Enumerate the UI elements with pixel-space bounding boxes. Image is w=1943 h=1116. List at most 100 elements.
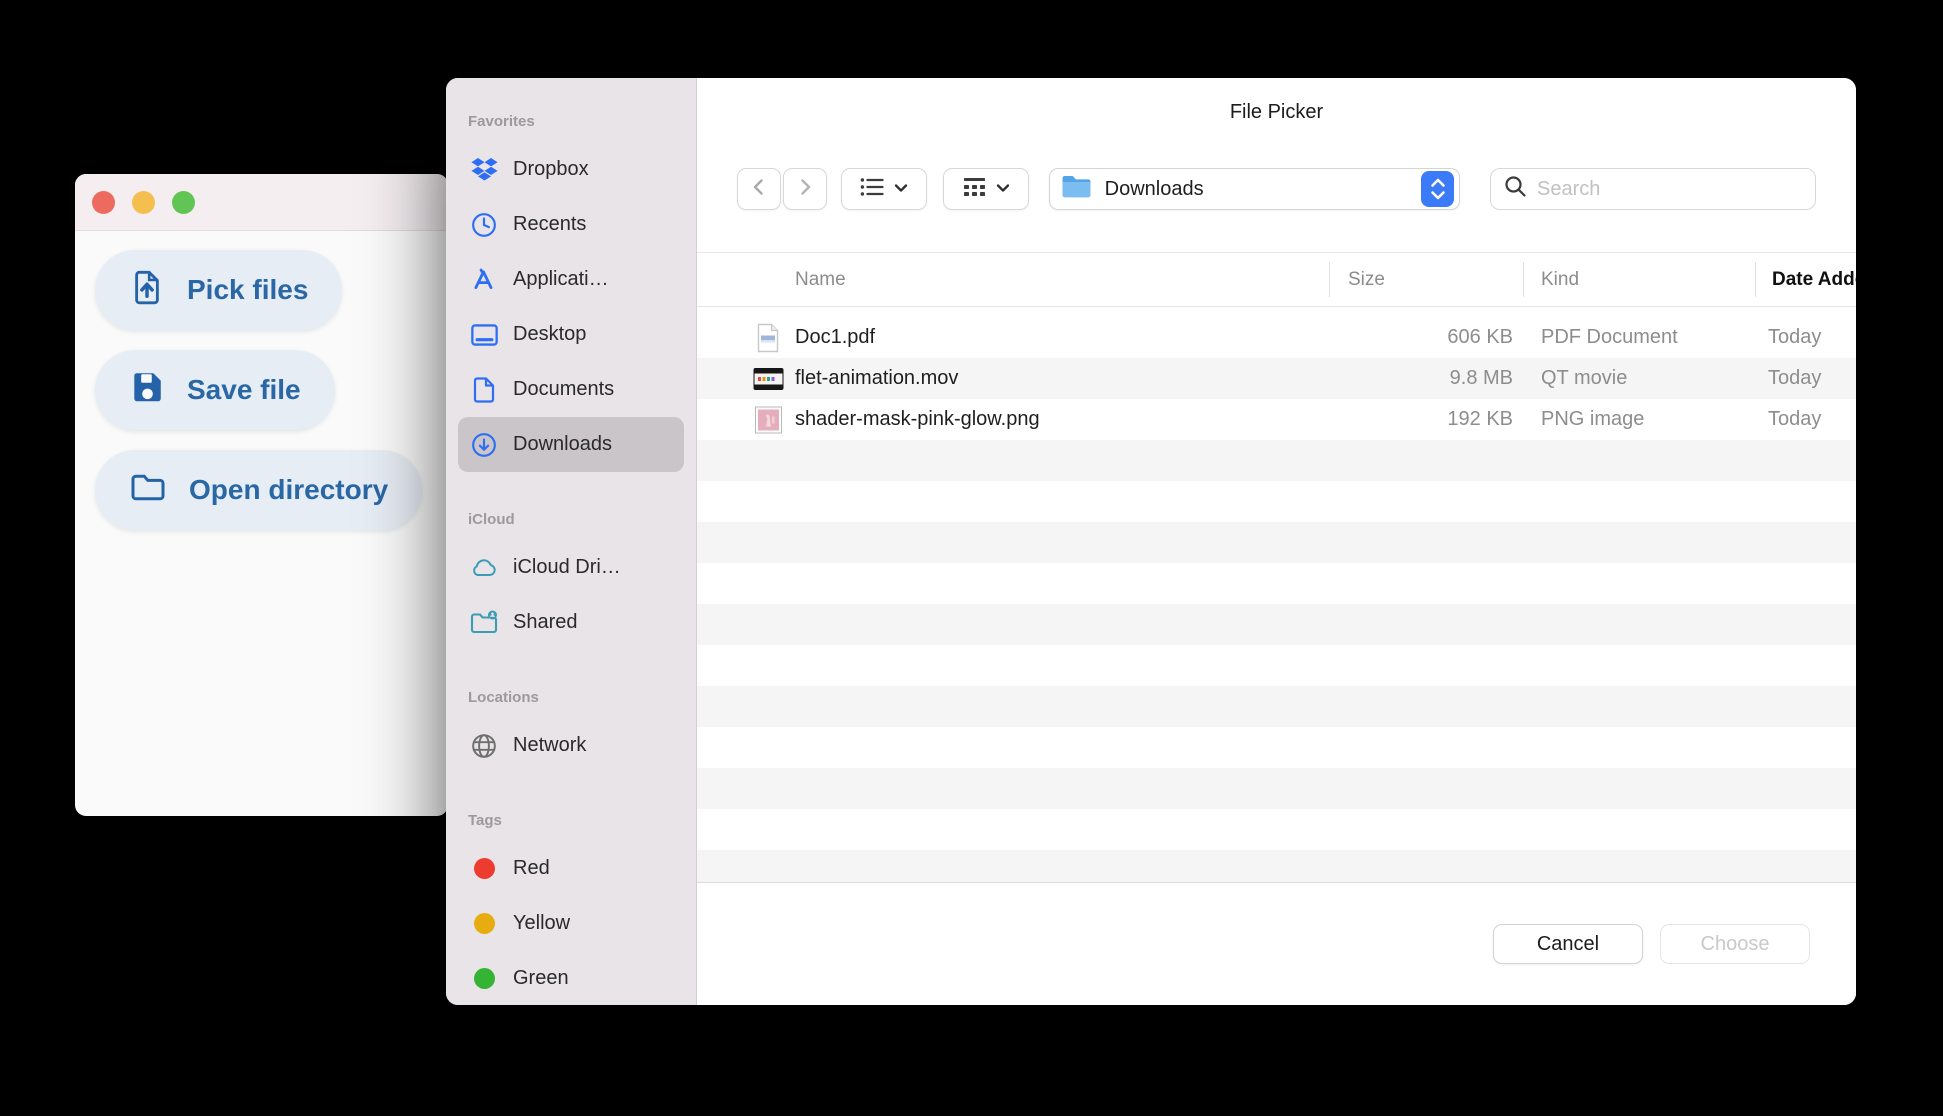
file-name: flet-animation.mov <box>795 367 959 389</box>
chevron-down-icon <box>996 180 1010 198</box>
folder-stepper-icon <box>1421 171 1455 207</box>
dialog-title: File Picker <box>1229 101 1324 123</box>
sidebar: Favorites Dropbox Recents Applicati… Des… <box>446 78 697 1005</box>
sidebar-item-label: Yellow <box>513 912 571 934</box>
file-name: Doc1.pdf <box>795 326 876 348</box>
sidebar-item-icloud-drive[interactable]: iCloud Dri… <box>458 540 684 595</box>
sidebar-item-tag-yellow[interactable]: Yellow <box>458 896 684 951</box>
table-row[interactable]: Doc1.pdf 606 KB PDF Document Today <box>697 317 1856 358</box>
toolbar: Downloads <box>697 168 1856 210</box>
chevron-right-icon <box>794 176 816 203</box>
column-header-name[interactable]: Name <box>795 253 846 306</box>
zoom-window-button[interactable] <box>172 190 195 214</box>
file-picker-dialog: Favorites Dropbox Recents Applicati… Des… <box>446 78 1856 1005</box>
yellow-tag-icon <box>468 913 500 934</box>
file-size: 9.8 MB <box>1449 367 1513 389</box>
sidebar-item-label: Dropbox <box>513 158 589 180</box>
green-tag-icon <box>468 968 500 989</box>
sidebar-item-label: Desktop <box>513 323 587 345</box>
movie-file-icon <box>752 367 784 390</box>
search-input[interactable] <box>1537 177 1803 201</box>
desktop-icon <box>468 323 500 347</box>
folder-icon <box>129 470 167 511</box>
open-directory-label: Open directory <box>189 474 389 505</box>
sidebar-item-network[interactable]: Network <box>458 718 684 773</box>
choose-button[interactable]: Choose <box>1660 924 1810 964</box>
sidebar-item-label: Shared <box>513 611 578 633</box>
sidebar-item-label: Documents <box>513 378 615 400</box>
column-header-size[interactable]: Size <box>1348 253 1385 306</box>
dialog-footer: Cancel Choose <box>697 882 1856 1005</box>
sidebar-section-tags: Tags <box>468 812 502 829</box>
sidebar-item-applications[interactable]: Applicati… <box>458 252 684 307</box>
file-date: Today <box>1768 367 1822 389</box>
sidebar-item-label: Recents <box>513 213 587 235</box>
image-file-icon <box>752 406 784 433</box>
sidebar-item-tag-red[interactable]: Red <box>458 841 684 896</box>
pick-files-button[interactable]: Pick files <box>95 250 343 330</box>
sidebar-item-label: Network <box>513 734 587 756</box>
upload-file-icon <box>129 269 165 312</box>
cloud-icon <box>468 557 500 578</box>
sidebar-item-recents[interactable]: Recents <box>458 197 684 252</box>
chevron-left-icon <box>748 176 770 203</box>
blue-folder-icon <box>1061 174 1092 204</box>
sidebar-item-label: Red <box>513 857 550 879</box>
download-circle-icon <box>468 432 500 458</box>
sidebar-item-label: Green <box>513 967 569 989</box>
back-button[interactable] <box>737 168 781 210</box>
dropbox-icon <box>468 157 500 182</box>
sidebar-item-dropbox[interactable]: Dropbox <box>458 142 684 197</box>
app-window: Pick files Save file Open directory <box>75 174 448 816</box>
table-row[interactable]: flet-animation.mov 9.8 MB QT movie Today <box>697 358 1856 399</box>
file-kind: QT movie <box>1541 367 1628 389</box>
file-list: Doc1.pdf 606 KB PDF Document Today flet-… <box>697 308 1856 882</box>
pick-files-label: Pick files <box>187 274 309 305</box>
sidebar-section-favorites: Favorites <box>468 113 535 130</box>
sidebar-item-label: Applicati… <box>513 268 609 290</box>
current-folder-label: Downloads <box>1104 177 1204 200</box>
file-size: 192 KB <box>1447 408 1513 430</box>
sidebar-item-label: iCloud Dri… <box>513 556 621 578</box>
group-by-dropdown[interactable] <box>942 168 1029 210</box>
sidebar-item-desktop[interactable]: Desktop <box>458 307 684 362</box>
column-header-date-added[interactable]: Date Added <box>1772 253 1856 306</box>
app-store-icon <box>468 267 500 293</box>
table-row[interactable]: shader-mask-pink-glow.png 192 KB PNG ima… <box>697 399 1856 440</box>
sidebar-item-shared[interactable]: Shared <box>458 595 684 650</box>
file-date: Today <box>1768 326 1822 348</box>
minimize-window-button[interactable] <box>132 190 155 214</box>
save-file-button[interactable]: Save file <box>95 350 335 430</box>
column-header-kind[interactable]: Kind <box>1541 253 1579 306</box>
search-icon <box>1504 175 1527 203</box>
sidebar-item-tag-green[interactable]: Green <box>458 951 684 1005</box>
cancel-button[interactable]: Cancel <box>1493 924 1643 964</box>
save-file-label: Save file <box>187 374 301 405</box>
view-mode-dropdown[interactable] <box>840 168 927 210</box>
group-view-icon <box>962 176 987 203</box>
list-view-icon <box>859 176 885 203</box>
file-kind: PDF Document <box>1541 326 1678 348</box>
file-date: Today <box>1768 408 1822 430</box>
clock-icon <box>468 212 500 238</box>
file-picker-main: File Picker Downloads Search Name Size K… <box>697 78 1856 1005</box>
red-tag-icon <box>468 858 500 879</box>
sidebar-item-documents[interactable]: Documents <box>458 362 684 417</box>
chevron-down-icon <box>894 180 908 198</box>
close-window-button[interactable] <box>92 190 115 214</box>
search-field[interactable] <box>1490 168 1817 210</box>
sidebar-item-downloads[interactable]: Downloads <box>458 417 684 472</box>
globe-icon <box>468 733 500 759</box>
file-kind: PNG image <box>1541 408 1645 430</box>
file-size: 606 KB <box>1447 326 1513 348</box>
sidebar-item-label: Downloads <box>513 433 612 455</box>
forward-button[interactable] <box>782 168 827 210</box>
sidebar-section-icloud: iCloud <box>468 511 515 528</box>
shared-folder-icon <box>468 610 500 635</box>
sidebar-section-locations: Locations <box>468 689 539 706</box>
table-header: Name Size Kind Date Added <box>697 252 1856 307</box>
open-directory-button[interactable]: Open directory <box>95 450 423 530</box>
document-icon <box>468 376 500 403</box>
file-name: shader-mask-pink-glow.png <box>795 408 1040 430</box>
current-folder-dropdown[interactable]: Downloads <box>1048 168 1461 210</box>
